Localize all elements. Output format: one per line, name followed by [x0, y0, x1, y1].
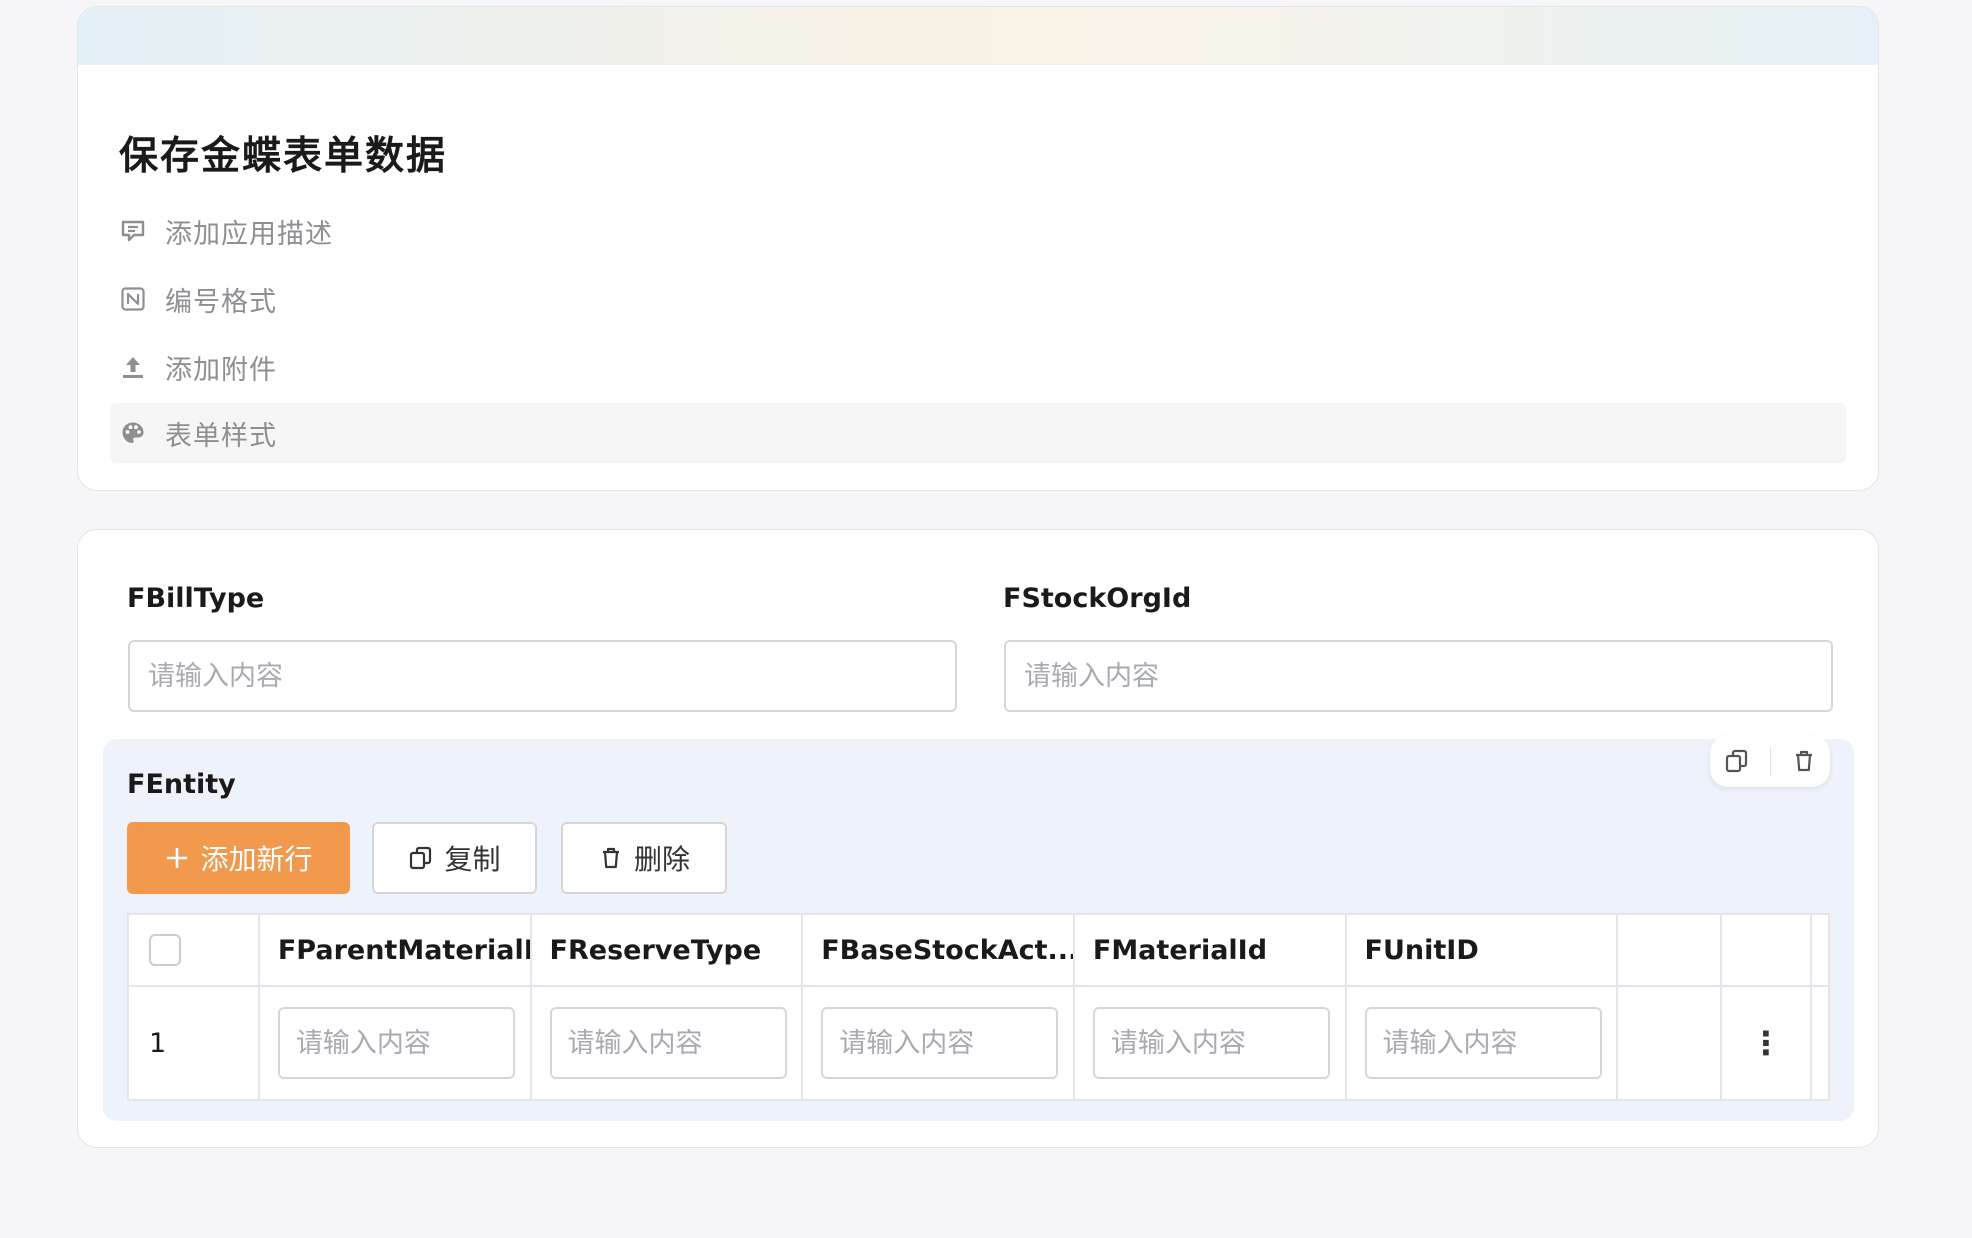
- entity-toolbar: [1710, 735, 1830, 787]
- column-header: FMaterialId: [1075, 915, 1347, 985]
- row-index: 1: [149, 1027, 167, 1059]
- fstockorgid-input[interactable]: [1004, 640, 1833, 712]
- table-cell: [1075, 987, 1347, 1099]
- numbering-icon: [120, 286, 146, 312]
- toolbar-divider: [1769, 747, 1771, 775]
- comment-icon: [120, 218, 146, 244]
- form-style-item[interactable]: 表单样式: [110, 403, 1846, 463]
- table-cell: [532, 987, 804, 1099]
- plus-icon: [164, 845, 190, 871]
- fmaterialid-input[interactable]: [1092, 1007, 1330, 1079]
- entity-table: FParentMaterialId FReserveType FBaseStoc…: [127, 913, 1830, 1101]
- add-description-item[interactable]: 添加应用描述: [110, 201, 1846, 261]
- delete-button[interactable]: 删除: [561, 822, 727, 894]
- table-row: 1 ⋮: [129, 987, 1828, 1099]
- more-vertical-icon[interactable]: ⋮: [1750, 1027, 1782, 1059]
- copy-button[interactable]: 复制: [372, 822, 537, 894]
- form-style-label: 表单样式: [165, 420, 277, 452]
- table-cell: [1347, 987, 1619, 1099]
- column-header: FUnitID: [1347, 915, 1619, 985]
- row-index-cell: 1: [129, 987, 260, 1099]
- form-body-card: FBillType FStockOrgId FEntity 添加新行 复制: [77, 529, 1879, 1148]
- delete-label: 删除: [633, 843, 690, 876]
- table-cell-empty: [1618, 987, 1723, 1099]
- delete-entity-button[interactable]: [1784, 741, 1824, 781]
- column-header-empty: [1618, 915, 1723, 985]
- header-select-cell: [129, 915, 260, 985]
- column-header-actions: [1722, 915, 1812, 985]
- table-cell-spacer: [1812, 987, 1828, 1099]
- column-header-spacer: [1812, 915, 1828, 985]
- column-header: FParentMaterialId: [260, 915, 532, 985]
- trash-icon: [1795, 750, 1812, 772]
- fbilltype-label: FBillType: [127, 583, 265, 614]
- copy-icon: [408, 845, 434, 871]
- form-title[interactable]: 保存金蝶表单数据: [119, 125, 447, 181]
- header-banner: [78, 7, 1878, 65]
- column-header: FBaseStockAct...: [803, 915, 1075, 985]
- copy-icon: [1725, 749, 1747, 773]
- add-row-button[interactable]: 添加新行: [127, 822, 350, 894]
- numbering-format-label: 编号格式: [165, 286, 277, 318]
- fstockorgid-label: FStockOrgId: [1003, 583, 1192, 614]
- fentity-title: FEntity: [127, 769, 236, 800]
- column-header: FReserveType: [532, 915, 804, 985]
- numbering-format-item[interactable]: 编号格式: [110, 269, 1846, 329]
- table-cell: [803, 987, 1075, 1099]
- add-attachment-item[interactable]: 添加附件: [110, 337, 1846, 397]
- row-actions-cell: ⋮: [1722, 987, 1812, 1099]
- trash-icon: [598, 845, 624, 871]
- add-row-label: 添加新行: [200, 843, 313, 876]
- freservetype-input[interactable]: [549, 1007, 787, 1079]
- copy-label: 复制: [444, 843, 501, 876]
- fbilltype-input[interactable]: [128, 640, 957, 712]
- fparentmaterialid-input[interactable]: [277, 1007, 515, 1079]
- fbasestockact-input[interactable]: [821, 1007, 1059, 1079]
- add-description-label: 添加应用描述: [165, 218, 333, 250]
- form-header-card: 保存金蝶表单数据 添加应用描述 编号格式 添加附件 表单样式: [77, 6, 1879, 491]
- table-header: FParentMaterialId FReserveType FBaseStoc…: [129, 915, 1828, 987]
- fentity-subtable: FEntity 添加新行 复制 删除 FParentMaterialId FRe…: [103, 735, 1854, 1121]
- copy-entity-button[interactable]: [1717, 741, 1757, 781]
- table-cell: [260, 987, 532, 1099]
- palette-icon: [120, 420, 146, 446]
- add-attachment-label: 添加附件: [165, 354, 277, 386]
- upload-icon: [120, 354, 146, 380]
- select-all-checkbox[interactable]: [149, 934, 181, 966]
- funitid-input[interactable]: [1364, 1007, 1602, 1079]
